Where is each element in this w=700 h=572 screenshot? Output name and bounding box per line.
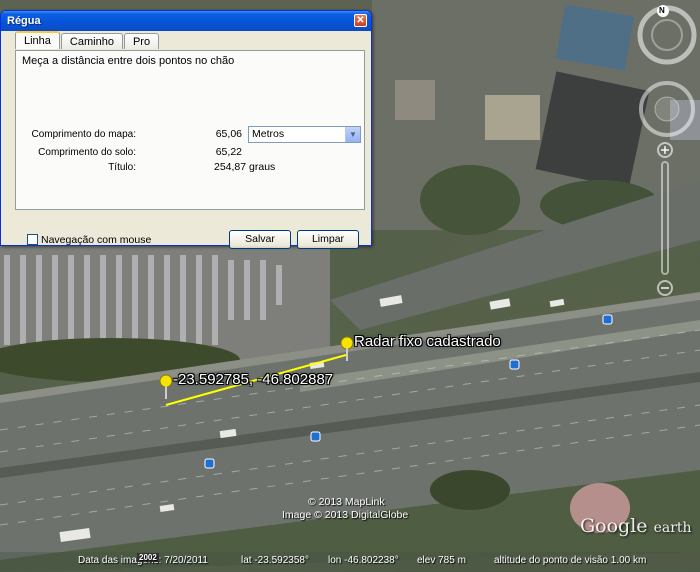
heading-value: 254,87 graus (214, 161, 276, 173)
unit-select[interactable]: Metros ▼ (248, 126, 361, 143)
status-bar: Data das imagens: 7/20/2011 2002 lat -23… (0, 552, 700, 572)
tab-pro[interactable]: Pro (123, 33, 160, 49)
longitude: lon -46.802238° (328, 555, 399, 566)
tab-caminho[interactable]: Caminho (60, 33, 123, 49)
map-length-label: Comprimento do mapa: (31, 129, 137, 140)
elevation: elev 785 m (417, 555, 466, 566)
look-joystick[interactable] (636, 78, 698, 140)
close-icon[interactable]: ✕ (354, 14, 367, 27)
mouse-navigation-label: Navegação com mouse (41, 234, 152, 246)
ruler-dialog: Régua ✕ Linha Caminho Pro Meça a distânc… (0, 10, 372, 249)
tab-linha[interactable]: Linha (15, 31, 60, 49)
logo-google: Google (580, 515, 648, 537)
map-length-value: 65,06 (215, 128, 242, 140)
unit-select-value: Metros (252, 128, 285, 140)
tab-panel: Meça a distância entre dois pontos no ch… (15, 50, 365, 210)
ground-length-value: 65,22 (215, 146, 242, 158)
ground-length-label: Comprimento do solo: (38, 147, 136, 158)
credit-maplink: © 2013 MapLink (308, 496, 385, 508)
panel-description: Meça a distância entre dois pontos no ch… (22, 55, 235, 67)
logo-earth: earth (653, 520, 692, 536)
clear-button[interactable]: Limpar (297, 230, 359, 249)
google-earth-logo: Google earth (580, 515, 692, 537)
pin-label-radar[interactable]: Radar fixo cadastrado (354, 333, 501, 350)
compass-north-icon[interactable]: N (659, 6, 665, 15)
mouse-navigation-checkbox[interactable] (27, 234, 38, 245)
credit-digitalglobe: Image © 2013 DigitalGlobe (282, 509, 409, 521)
year-badge[interactable]: 2002 (137, 553, 159, 562)
dialog-title: Régua (7, 15, 41, 27)
chevron-down-icon[interactable]: ▼ (345, 127, 360, 142)
zoom-slider[interactable] (650, 140, 680, 300)
eye-altitude: altitude do ponto de visão 1.00 km (494, 555, 647, 566)
latitude: lat -23.592358° (241, 555, 309, 566)
dialog-titlebar[interactable]: Régua (1, 11, 371, 31)
heading-label: Título: (108, 162, 136, 173)
dialog-tabs: Linha Caminho Pro (15, 31, 160, 49)
save-button[interactable]: Salvar (229, 230, 291, 249)
compass-ring[interactable] (636, 4, 698, 66)
pin-label-coordinates[interactable]: -23.592785, -46.802887 (173, 371, 333, 388)
